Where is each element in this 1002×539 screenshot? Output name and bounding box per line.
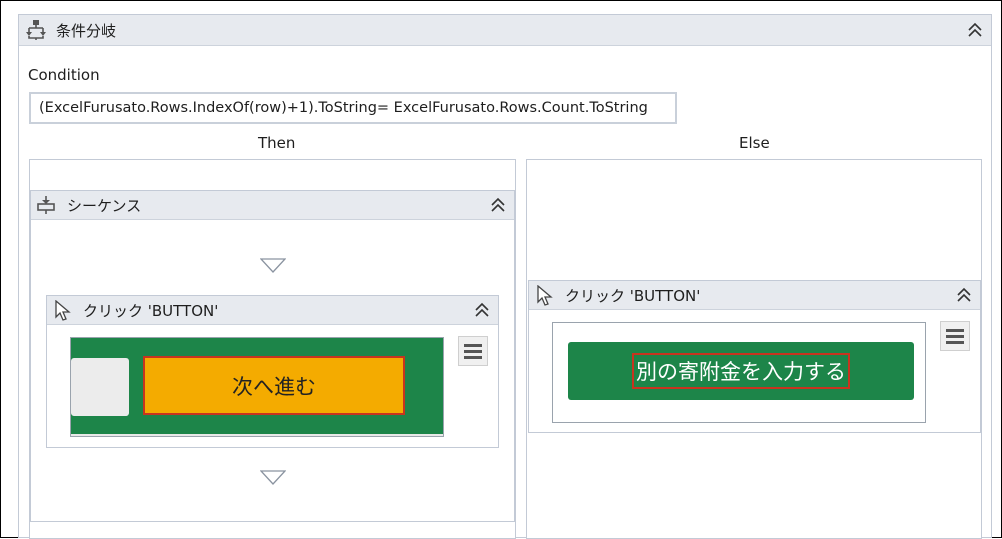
sequence-title: シーケンス [67, 196, 142, 215]
if-activity-icon [25, 19, 47, 41]
click-then-header[interactable]: クリック 'BUTTON' [47, 296, 498, 325]
condition-label: Condition [28, 66, 100, 84]
menu-icon[interactable] [940, 321, 970, 351]
preview-gray-block [71, 358, 129, 416]
sequence-icon [36, 195, 56, 215]
click-activity-then[interactable]: クリック 'BUTTON' 次へ進む [46, 295, 499, 448]
preview-other-donation-label: 別の寄附金を入力する [632, 353, 850, 389]
else-label: Else [739, 134, 770, 152]
collapse-icon[interactable] [490, 191, 506, 219]
target-preview-then: 次へ進む [70, 337, 444, 437]
click-else-header[interactable]: クリック 'BUTTON' [529, 281, 980, 310]
click-cursor-icon [536, 284, 554, 307]
preview-next-button-label: 次へ進む [232, 374, 316, 399]
preview-bottom-strip [71, 434, 443, 436]
click-activity-else[interactable]: クリック 'BUTTON' 別の寄附金を入力する [528, 280, 981, 433]
insert-arrow-icon[interactable] [259, 258, 287, 274]
sequence-activity[interactable]: シーケンス クリック 'BUTTON' 次へ進む [30, 190, 515, 522]
target-preview-else: 別の寄附金を入力する [552, 322, 926, 423]
else-branch[interactable]: クリック 'BUTTON' 別の寄附金を入力する [526, 159, 982, 539]
collapse-icon[interactable] [474, 296, 490, 324]
then-branch[interactable]: シーケンス クリック 'BUTTON' 次へ進む [29, 159, 516, 539]
preview-other-donation-button: 別の寄附金を入力する [568, 342, 914, 400]
collapse-icon[interactable] [956, 281, 972, 309]
condition-input-value: (ExcelFurusato.Rows.IndexOf(row)+1).ToSt… [39, 100, 648, 116]
click-cursor-icon [54, 299, 72, 322]
sequence-header[interactable]: シーケンス [31, 191, 514, 220]
collapse-icon[interactable] [967, 15, 983, 45]
if-activity[interactable]: 条件分岐 Condition (ExcelFurusato.Rows.Index… [18, 14, 992, 539]
insert-arrow-icon[interactable] [259, 470, 287, 486]
preview-next-button: 次へ進む [143, 356, 405, 415]
click-else-title: クリック 'BUTTON' [565, 286, 701, 305]
condition-input[interactable]: (ExcelFurusato.Rows.IndexOf(row)+1).ToSt… [29, 92, 677, 124]
if-activity-header[interactable]: 条件分岐 [19, 15, 991, 46]
click-then-title: クリック 'BUTTON' [83, 301, 219, 320]
menu-icon[interactable] [458, 336, 488, 366]
then-label: Then [258, 134, 296, 152]
if-activity-title: 条件分岐 [56, 21, 117, 40]
